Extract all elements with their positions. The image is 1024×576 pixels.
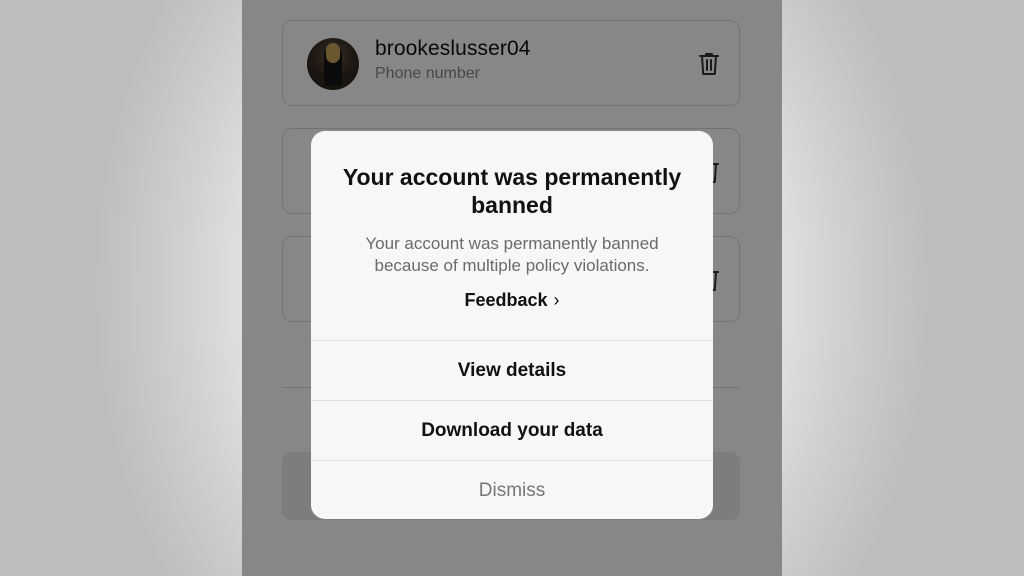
feedback-link[interactable]: Feedback ›: [311, 290, 713, 311]
dialog-title: Your account was permanently banned: [342, 164, 682, 218]
ban-dialog: Your account was permanently banned Your…: [311, 131, 713, 519]
dismiss-button[interactable]: Dismiss: [311, 460, 713, 519]
view-details-button[interactable]: View details: [311, 340, 713, 400]
dialog-message: Your account was permanently banned beca…: [365, 234, 659, 275]
chevron-right-icon: ›: [553, 290, 560, 310]
download-data-button[interactable]: Download your data: [311, 400, 713, 460]
feedback-label: Feedback: [464, 290, 548, 310]
